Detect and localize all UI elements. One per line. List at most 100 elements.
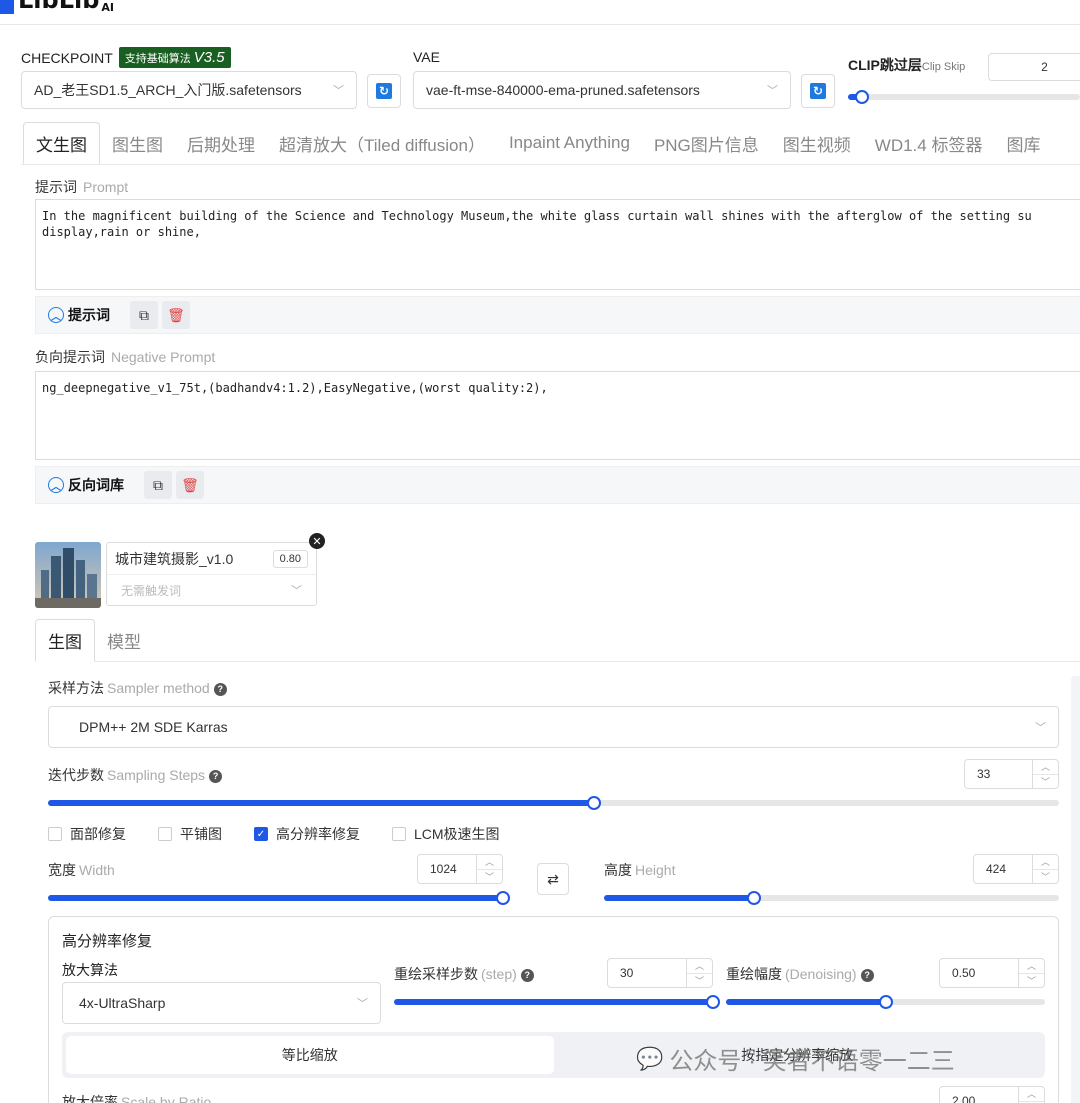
tab-tiled-diffusion[interactable]: 超清放大（Tiled diffusion） bbox=[267, 122, 497, 164]
clip-skip-slider[interactable] bbox=[848, 90, 1080, 104]
help-icon[interactable]: ? bbox=[860, 968, 874, 982]
tab-gallery[interactable]: 图库 bbox=[994, 122, 1052, 164]
tiling-checkbox[interactable]: 平铺图 bbox=[158, 824, 222, 844]
denoise-stepper[interactable]: ︿ ﹀ bbox=[1018, 959, 1044, 987]
lora-trigger-select[interactable]: 无需触发词 ﹀ bbox=[107, 575, 316, 605]
tab-img2img[interactable]: 图生图 bbox=[100, 122, 175, 164]
width-slider[interactable] bbox=[48, 891, 510, 905]
vae-refresh-button[interactable]: ↻ bbox=[801, 74, 835, 108]
width-input[interactable]: 1024 ︿ ﹀ bbox=[417, 854, 503, 884]
width-slider-track bbox=[48, 891, 510, 905]
tab-wd-tagger[interactable]: WD1.4 标签器 bbox=[863, 122, 995, 164]
steps-label-cn: 迭代步数 bbox=[48, 767, 104, 783]
help-icon[interactable]: ? bbox=[520, 968, 534, 982]
steps-label-en: Sampling Steps bbox=[107, 767, 206, 783]
help-icon[interactable]: ? bbox=[213, 682, 227, 696]
denoise-slider-handle[interactable] bbox=[878, 995, 893, 1009]
steps-slider-handle[interactable] bbox=[586, 796, 601, 810]
copy-icon: ⧉ bbox=[139, 306, 149, 323]
clip-skip-label: CLIP跳过层 Clip Skip bbox=[848, 55, 965, 75]
denoise-input[interactable]: 0.50 ︿ ﹀ bbox=[939, 958, 1045, 988]
chevron-down-icon: ﹀ bbox=[687, 972, 712, 988]
lora-remove-button[interactable]: ✕ bbox=[309, 533, 325, 549]
steps-stepper[interactable]: ︿ ﹀ bbox=[1032, 760, 1058, 788]
hires-steps-stepper[interactable]: ︿ ﹀ bbox=[686, 959, 712, 987]
denoise-slider[interactable] bbox=[726, 995, 1045, 1009]
scale-by-ratio-option[interactable]: 等比缩放 bbox=[66, 1036, 554, 1074]
hires-steps-slider[interactable] bbox=[394, 995, 720, 1009]
negative-prompt-textarea[interactable]: ng_deepnegative_v1_75t,(badhandv4:1.2),E… bbox=[35, 371, 1080, 460]
steps-slider[interactable] bbox=[48, 796, 1059, 810]
trash-icon: 🗑 bbox=[167, 306, 185, 323]
logo-mark-icon bbox=[0, 0, 14, 14]
negative-collapse-toggle[interactable]: ︿ 反向词库 bbox=[48, 475, 124, 495]
height-slider-handle[interactable] bbox=[747, 891, 762, 905]
upscaler-select[interactable]: 4x-UltraSharp ﹀ bbox=[62, 982, 381, 1024]
height-label-cn: 高度 bbox=[604, 862, 632, 878]
lora-thumbnail[interactable] bbox=[35, 542, 101, 608]
clip-slider-handle[interactable] bbox=[854, 90, 869, 104]
width-slider-handle[interactable] bbox=[496, 891, 510, 905]
clip-skip-input[interactable]: 2 bbox=[988, 53, 1080, 81]
algorithm-badge: 支持基础算法 V3.5 bbox=[118, 47, 231, 68]
width-label-cn: 宽度 bbox=[48, 862, 76, 878]
option-label: 平铺图 bbox=[180, 826, 222, 842]
city-thumbnail-image bbox=[35, 542, 101, 608]
sampler-label: 采样方法 Sampler method? bbox=[48, 678, 227, 698]
scale-ratio-input[interactable]: 2.00 ︿﹀ bbox=[939, 1086, 1045, 1103]
prompt-textarea[interactable]: In the magnificent building of the Scien… bbox=[35, 199, 1080, 290]
checkbox-box: ✓ bbox=[254, 827, 268, 841]
tab-png-info[interactable]: PNG图片信息 bbox=[642, 122, 771, 164]
sampler-label-cn: 采样方法 bbox=[48, 680, 104, 696]
swap-icon: ⇄ bbox=[547, 870, 559, 887]
width-stepper[interactable]: ︿ ﹀ bbox=[476, 855, 502, 883]
subtabs-divider bbox=[35, 661, 1080, 662]
height-slider[interactable] bbox=[604, 891, 1059, 905]
tab-generate[interactable]: 生图 bbox=[35, 619, 95, 662]
prompt-collapse-toggle[interactable]: ︿ 提示词 bbox=[48, 305, 110, 325]
scale-stepper[interactable]: ︿﹀ bbox=[1018, 1087, 1044, 1103]
checkpoint-refresh-button[interactable]: ↻ bbox=[367, 74, 401, 108]
scrollbar-track[interactable] bbox=[1071, 676, 1080, 1103]
face-restore-checkbox[interactable]: 面部修复 bbox=[48, 824, 126, 844]
height-input[interactable]: 424 ︿ ﹀ bbox=[973, 854, 1059, 884]
hires-steps-input[interactable]: 30 ︿ ﹀ bbox=[607, 958, 713, 988]
app-logo[interactable]: LibLib AI bbox=[0, 0, 114, 14]
chevron-down-icon: ﹀ bbox=[1033, 868, 1058, 884]
negative-copy-button[interactable]: ⧉ bbox=[144, 471, 172, 499]
chevron-down-icon: ﹀ bbox=[1033, 773, 1058, 789]
denoise-slider-fill bbox=[726, 999, 886, 1005]
trash-icon: 🗑 bbox=[181, 476, 199, 493]
prompt-delete-button[interactable]: 🗑 bbox=[162, 301, 190, 329]
tabs-divider bbox=[21, 164, 1080, 165]
vae-select[interactable]: vae-ft-mse-840000-ema-pruned.safetensors… bbox=[413, 71, 791, 109]
steps-label: 迭代步数 Sampling Steps? bbox=[48, 765, 223, 785]
lcm-checkbox[interactable]: LCM极速生图 bbox=[392, 824, 500, 844]
hires-steps-label-en: (step) bbox=[481, 966, 517, 982]
negative-label-cn: 负向提示词 bbox=[35, 349, 105, 365]
tab-img2video[interactable]: 图生视频 bbox=[771, 122, 863, 164]
swap-dimensions-button[interactable]: ⇄ bbox=[537, 863, 569, 895]
tab-model[interactable]: 模型 bbox=[95, 619, 153, 662]
sampler-select[interactable]: DPM++ 2M SDE Karras ﹀ bbox=[48, 706, 1059, 748]
help-icon[interactable]: ? bbox=[209, 769, 223, 783]
checkpoint-value: AD_老王SD1.5_ARCH_入门版.safetensors bbox=[34, 82, 302, 98]
tab-txt2img[interactable]: 文生图 bbox=[23, 122, 100, 164]
refresh-icon: ↻ bbox=[810, 83, 826, 99]
tab-extras[interactable]: 后期处理 bbox=[175, 122, 267, 164]
option-label: LCM极速生图 bbox=[414, 826, 500, 842]
chevron-down-icon: ﹀ bbox=[477, 868, 502, 884]
denoise-slider-track bbox=[726, 995, 1045, 1009]
negative-delete-button[interactable]: 🗑 bbox=[176, 471, 204, 499]
steps-input[interactable]: 33 ︿ ﹀ bbox=[964, 759, 1059, 789]
hires-steps-slider-handle[interactable] bbox=[706, 995, 720, 1009]
scale-label-cn: 放大倍率 bbox=[62, 1094, 118, 1103]
lora-weight-input[interactable]: 0.80 bbox=[272, 549, 308, 568]
hires-fix-checkbox[interactable]: ✓ 高分辨率修复 bbox=[254, 824, 360, 844]
checkpoint-select[interactable]: AD_老王SD1.5_ARCH_入门版.safetensors ﹀ bbox=[21, 71, 357, 109]
prompt-copy-button[interactable]: ⧉ bbox=[130, 301, 158, 329]
chevron-up-icon: ︿ bbox=[484, 857, 494, 868]
width-label-en: Width bbox=[79, 862, 115, 878]
tab-inpaint-anything[interactable]: Inpaint Anything bbox=[497, 122, 642, 164]
height-stepper[interactable]: ︿ ﹀ bbox=[1032, 855, 1058, 883]
